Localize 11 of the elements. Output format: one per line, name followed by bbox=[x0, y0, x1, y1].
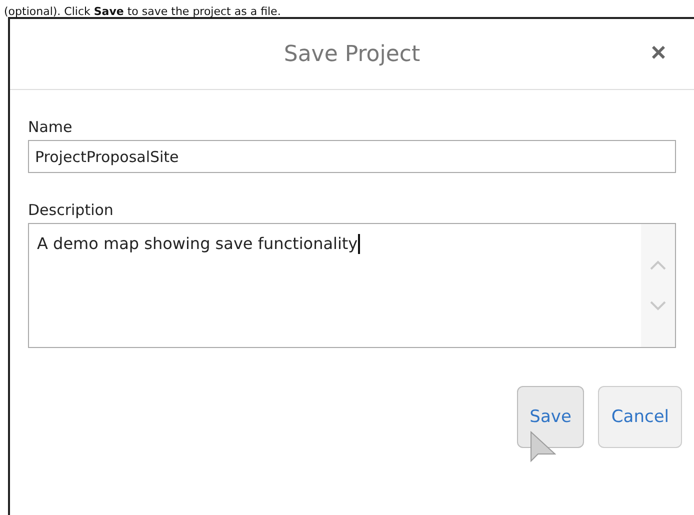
description-textarea[interactable]: A demo map showing save functionality bbox=[28, 223, 676, 348]
field-label: Name bbox=[28, 118, 72, 136]
dialog-title: Save Project bbox=[284, 42, 420, 66]
scroll-up-icon[interactable] bbox=[650, 260, 666, 270]
cancel-button[interactable]: Cancel bbox=[598, 386, 682, 448]
scroll-down-icon[interactable] bbox=[650, 301, 666, 312]
field-label: Description bbox=[28, 201, 114, 219]
name-input[interactable]: ProjectProposalSite bbox=[28, 140, 676, 173]
mouse-pointer-icon bbox=[530, 431, 556, 465]
instruction-text: (optional). Click Save to save the project as a file. bbox=[4, 5, 281, 18]
close-button[interactable]: × bbox=[646, 37, 670, 67]
